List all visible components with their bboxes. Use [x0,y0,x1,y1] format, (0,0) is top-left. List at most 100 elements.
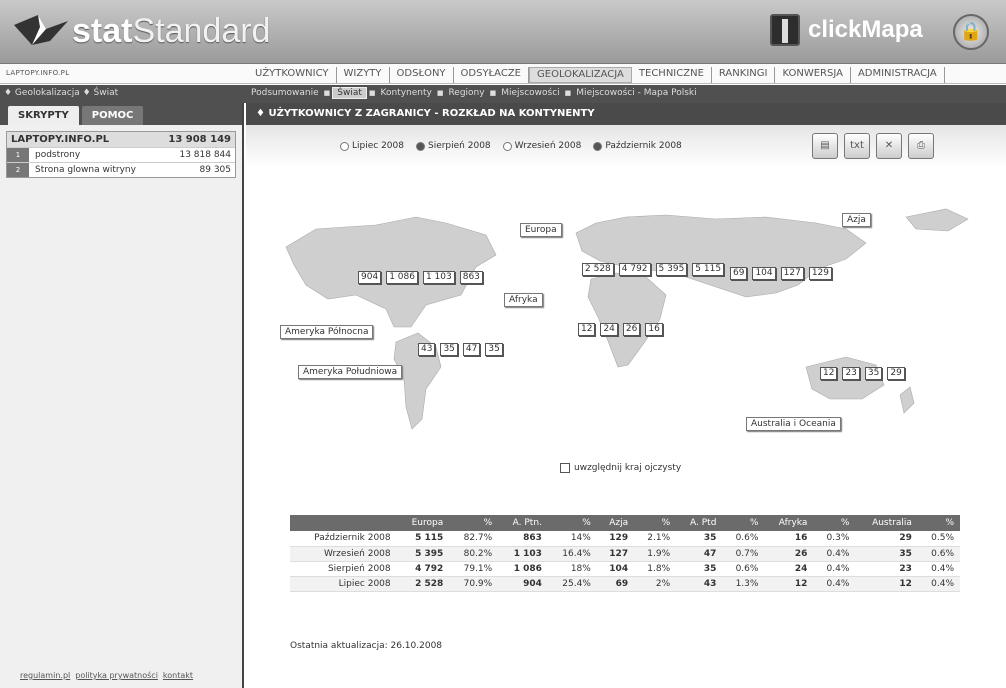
label-afryka: Afryka [504,293,543,307]
table-cell: 47 [676,546,723,562]
nav-item[interactable]: WIZYTY [337,67,390,83]
value-box: 4 792 [618,263,651,276]
table-cell: 0.5% [917,531,960,547]
value-box: 24 [600,323,618,336]
table-cell: 70.9% [449,576,499,592]
nav-item[interactable]: ODSYŁACZE [454,67,529,83]
value-box: 35 [440,343,458,356]
clickmapa-text: clickMapa [808,16,923,43]
table-cell: 129 [596,531,635,547]
label-europa: Europa [520,223,562,237]
label-ameryka-polnocna: Ameryka Północna [280,325,374,339]
table-cell: Wrzesień 2008 [290,546,397,562]
subnav-item[interactable]: Podsumowanie [248,88,322,98]
site-row[interactable]: 1 podstrony 13 818 844 [7,147,235,162]
print-icon[interactable]: ⎙ [908,133,934,159]
table-header[interactable]: Azja [596,515,635,531]
nav-item[interactable]: ADMINISTRACJA [851,67,945,83]
breadcrumb: ♦ Geolokalizacja ♦ Świat [4,88,119,98]
month-checkbox[interactable] [340,141,349,151]
table-row: Lipiec 2008 2 528 70.9% 904 25.4% 69 2% 43 1.3% 1… [290,576,960,592]
month-option[interactable]: Październik 2008 [593,141,682,151]
site-row-label: podstrony [35,150,81,160]
month-checkbox[interactable] [502,141,512,151]
subnav-item[interactable]: Kontynenty [378,88,435,98]
value-box: 5 115 [692,263,725,276]
site-header[interactable]: LAPTOPY.INFO.PL 13 908 149 [7,132,235,147]
value-box: 29 [887,367,905,380]
table-header[interactable]: Afryka [764,515,814,531]
table-cell: Sierpień 2008 [290,561,397,577]
values-ameryka-poludniowa: 43 35 47 35 [418,343,508,356]
footer-link[interactable]: regulamin.pl [20,671,70,680]
month-checkbox[interactable] [593,141,603,151]
nav-item[interactable]: TECHNICZNE [632,67,712,83]
home-country-toggle[interactable]: uwzględnij kraj ojczysty [560,463,681,473]
value-box: 43 [418,343,436,356]
table-header[interactable] [290,515,397,531]
subnav-item[interactable]: Świat [332,87,367,99]
tab-help[interactable]: POMOC [81,106,144,125]
statstandard-logo[interactable]: stat Standard [10,8,270,54]
tab-scripts[interactable]: SKRYPTY [8,106,79,125]
value-box: 5 395 [655,263,688,276]
txt-icon[interactable]: txt [844,133,870,159]
table-cell: 0.3% [813,531,856,547]
table-header[interactable]: % [449,515,499,531]
table-cell: 4 792 [396,561,450,577]
lock-icon[interactable]: 🔒 [953,14,989,50]
site-row[interactable]: 2 Strona glowna witryny 89 305 [7,162,235,177]
label-australia: Australia i Oceania [746,417,841,431]
table-cell: 2 528 [396,576,450,592]
month-option[interactable]: Wrzesień 2008 [502,141,581,151]
table-cell: 0.4% [917,576,960,592]
subnav-item[interactable]: Miejscowości - Mapa Polski [573,88,699,98]
table-cell: 14% [547,531,597,547]
table-cell: 79.1% [449,561,499,577]
table-header[interactable]: % [813,515,856,531]
table-header[interactable]: A. Ptd [676,515,723,531]
main-nav-bar: LAPTOPY.INFO.PL UŻYTKOWNICY WIZYTY ODSŁONY… [0,64,1006,84]
table-cell: 0.4% [813,561,856,577]
month-option[interactable]: Lipiec 2008 [340,141,404,151]
table-header[interactable]: % [634,515,677,531]
footer-link[interactable]: kontakt [163,671,193,680]
subnav-item[interactable]: Regiony [445,88,487,98]
nav-item[interactable]: ODSŁONY [390,67,454,83]
table-cell: 0.6% [917,546,960,562]
world-map-shapes [285,208,969,430]
month-checkbox[interactable] [415,141,425,151]
month-option[interactable]: Sierpień 2008 [415,141,491,151]
subnav-item[interactable]: Miejscowości [498,88,562,98]
table-header[interactable]: Australia [855,515,918,531]
table-header[interactable]: % [917,515,960,531]
table-header[interactable]: % [722,515,765,531]
month-label: Lipiec 2008 [352,141,404,151]
table-cell: 104 [596,561,635,577]
nav-item[interactable]: RANKINGI [712,67,776,83]
continent-stats-table: Europa% A. Ptn.% Azja% A. Ptd% Afryka% Austra… [290,515,960,592]
left-panel: SKRYPTY POMOC LAPTOPY.INFO.PL 13 908 149… [0,103,244,688]
table-header[interactable]: A. Ptn. [498,515,548,531]
table-cell: 35 [676,531,723,547]
table-cell: 1 086 [498,561,548,577]
table-header[interactable]: Europa [396,515,450,531]
nav-item[interactable]: GEOLOKALIZACJA [529,67,632,83]
values-ameryka-polnocna: 904 1 086 1 103 863 [358,271,488,284]
footer-links: regulamin.pl polityka prywatności kontakt [20,671,198,680]
clickmapa-logo[interactable]: clickMapa [770,14,923,46]
home-country-label: uwzględnij kraj ojczysty [574,463,682,473]
nav-item[interactable]: UŻYTKOWNICY [248,67,337,83]
value-box: 16 [645,323,663,336]
footer-link[interactable]: polityka prywatności [75,671,158,680]
month-selector: Lipiec 2008 Sierpień 2008 Wrzesień 2008 Paź… [340,141,694,151]
table-header[interactable]: % [547,515,597,531]
table-cell: 2% [634,576,677,592]
value-box: 47 [462,343,481,356]
doc-icon[interactable]: ▤ [812,133,838,159]
home-country-checkbox[interactable] [560,463,570,473]
value-box: 35 [485,343,503,356]
table-body: Październik 2008 5 115 82.7% 863 14% 129 2.1% 3… [290,531,960,592]
excel-icon[interactable]: ✕ [876,133,902,159]
nav-item[interactable]: KONWERSJA [775,67,851,83]
